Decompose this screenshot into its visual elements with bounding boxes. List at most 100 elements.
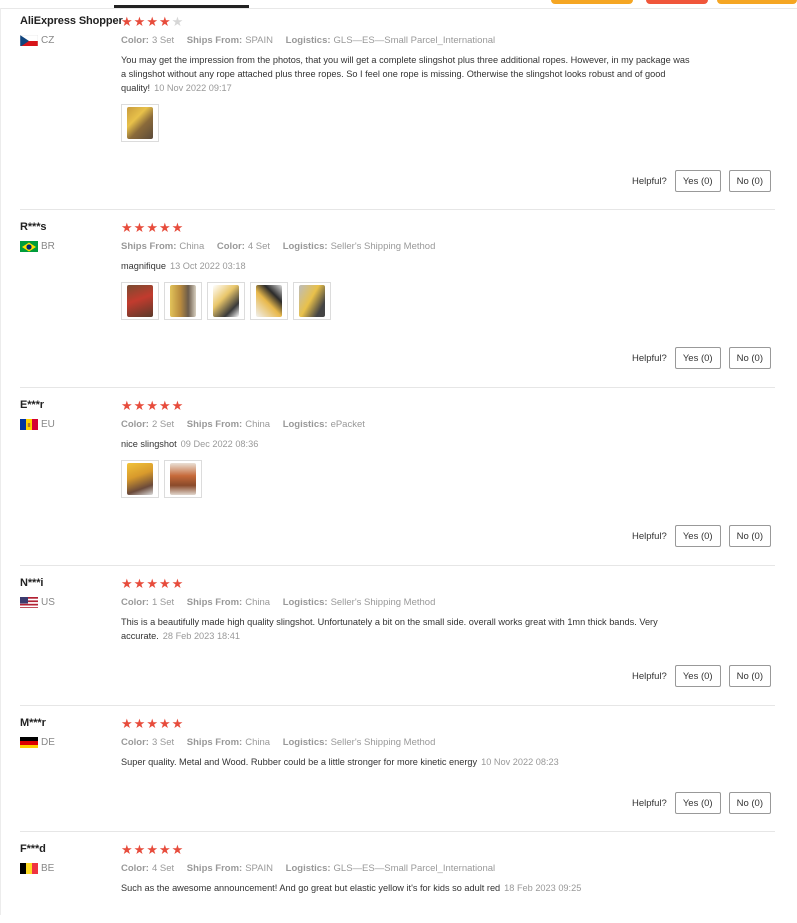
review-date: 10 Nov 2022 08:23 <box>481 757 559 767</box>
review-body: Super quality. Metal and Wood. Rubber co… <box>121 757 478 767</box>
star-empty-icon: ★ <box>171 14 184 29</box>
reviewer-country: CZ <box>20 34 54 46</box>
attr-value: Seller's Shipping Method <box>330 737 436 748</box>
star-filled-icon: ★ <box>121 716 133 731</box>
star-filled-icon: ★ <box>133 716 146 731</box>
attr-label: Logistics: <box>282 419 328 430</box>
attr-label: Logistics: <box>282 241 328 252</box>
star-filled-icon: ★ <box>121 842 133 857</box>
helpful-no-button[interactable]: No (0) <box>728 792 771 814</box>
helpful-controls: Helpful? Yes (0) No (0) <box>632 525 771 547</box>
attr-value: China <box>245 419 271 430</box>
helpful-label: Helpful? <box>631 797 667 809</box>
attr-value: Seller's Shipping Method <box>330 241 436 252</box>
review-content: ★ ★ ★ ★ ★ Color: 3 Set Ships From: SPAIN Logis… <box>121 15 775 142</box>
review-image-thumbnail[interactable] <box>121 282 159 320</box>
review-body: magnifique <box>121 261 166 271</box>
star-rating: ★ ★ ★ ★ ★ <box>121 843 775 857</box>
review-content: ★ ★ ★ ★ ★ Color: 1 Set Ships From: China Logis… <box>121 577 775 643</box>
review-text: This is a beautifully made high quality … <box>121 615 691 643</box>
review-date: 28 Feb 2023 18:41 <box>162 631 240 641</box>
helpful-no-button[interactable]: No (0) <box>728 170 771 192</box>
attr-label: Logistics: <box>282 597 328 608</box>
attr-value: GLS—ES—Small Parcel_International <box>333 863 496 874</box>
review-date: 09 Dec 2022 08:36 <box>180 439 259 449</box>
flag-be-icon <box>20 862 38 874</box>
attr-value: 4 Set <box>151 863 175 874</box>
review-image-thumbnail[interactable] <box>207 282 245 320</box>
star-filled-icon: ★ <box>171 842 184 857</box>
flag-br-icon <box>20 240 38 252</box>
attr-value: GLS—ES—Small Parcel_International <box>333 35 496 46</box>
star-filled-icon: ★ <box>158 398 171 413</box>
review-image-thumbnail[interactable] <box>164 282 202 320</box>
review-date: 13 Oct 2022 03:18 <box>169 261 246 271</box>
star-filled-icon: ★ <box>158 716 171 731</box>
star-filled-icon: ★ <box>133 842 146 857</box>
helpful-no-button[interactable]: No (0) <box>728 665 771 687</box>
review-item: N***i US ★ ★ ★ ★ ★ Color: 1 Set Ships From: Ch… <box>20 577 775 706</box>
reviewer-name: R***s <box>20 221 47 233</box>
helpful-no-button[interactable]: No (0) <box>728 347 771 369</box>
review-image-thumbnail[interactable] <box>164 460 202 498</box>
review-content: ★ ★ ★ ★ ★ Color: 3 Set Ships From: China Logis… <box>121 717 775 769</box>
attr-value: 3 Set <box>151 737 175 748</box>
attr-value: 2 Set <box>151 419 175 430</box>
attr-label: Logistics: <box>285 863 331 874</box>
attr-label: Ships From: <box>186 737 243 748</box>
helpful-yes-button[interactable]: Yes (0) <box>674 665 721 687</box>
review-content: ★ ★ ★ ★ ★ Color: 2 Set Ships From: China Logis… <box>121 399 775 498</box>
left-divider <box>0 8 1 915</box>
attr-value: 4 Set <box>247 241 271 252</box>
helpful-controls: Helpful? Yes (0) No (0) <box>632 665 771 687</box>
review-image-thumbnail[interactable] <box>293 282 331 320</box>
star-filled-icon: ★ <box>121 398 133 413</box>
helpful-yes-button[interactable]: Yes (0) <box>674 525 721 547</box>
helpful-controls: Helpful? Yes (0) No (0) <box>632 792 771 814</box>
attr-value: Seller's Shipping Method <box>330 597 436 608</box>
attr-value: SPAIN <box>245 35 274 46</box>
attr-value: SPAIN <box>245 863 274 874</box>
attr-value: 1 Set <box>151 597 175 608</box>
review-body: Such as the awesome announcement! And go… <box>121 883 501 893</box>
review-image-thumbnail[interactable] <box>121 104 159 142</box>
reviewer-country: US <box>20 596 55 608</box>
helpful-yes-button[interactable]: Yes (0) <box>674 792 721 814</box>
active-tab-indicator <box>114 5 249 8</box>
top-button-red[interactable] <box>646 0 708 4</box>
review-attributes: Color: 3 Set Ships From: SPAIN Logistics: G… <box>121 35 775 46</box>
attr-label: Logistics: <box>282 737 328 748</box>
flag-us-icon <box>20 596 38 608</box>
review-image-thumbnail[interactable] <box>121 460 159 498</box>
star-filled-icon: ★ <box>146 576 158 591</box>
attr-value: 3 Set <box>151 35 175 46</box>
country-code: DE <box>41 736 55 748</box>
country-code: US <box>41 596 55 608</box>
helpful-yes-button[interactable]: Yes (0) <box>674 170 721 192</box>
helpful-yes-button[interactable]: Yes (0) <box>674 347 721 369</box>
star-rating: ★ ★ ★ ★ ★ <box>121 399 775 413</box>
flag-de-icon <box>20 736 38 748</box>
review-item: AliExpress Shopper CZ ★ ★ ★ ★ ★ Color: 3 Set … <box>20 15 775 210</box>
star-filled-icon: ★ <box>158 220 171 235</box>
top-button-orange-2[interactable] <box>717 0 797 4</box>
flag-cz-icon <box>20 34 38 46</box>
attr-label: Ships From: <box>186 419 243 430</box>
helpful-no-button[interactable]: No (0) <box>728 525 771 547</box>
review-text: magnifique 13 Oct 2022 03:18 <box>121 259 691 273</box>
star-filled-icon: ★ <box>171 398 184 413</box>
top-button-orange-1[interactable] <box>551 0 633 4</box>
review-text: Super quality. Metal and Wood. Rubber co… <box>121 755 761 769</box>
review-attributes: Ships From: China Color: 4 Set Logistics: S… <box>121 241 775 252</box>
review-item: E***r EU ★ ★ ★ ★ ★ Color: 2 Set Ships From: Ch… <box>20 399 775 566</box>
helpful-label: Helpful? <box>631 175 667 187</box>
star-filled-icon: ★ <box>121 14 133 29</box>
review-images <box>121 104 775 142</box>
star-filled-icon: ★ <box>133 576 146 591</box>
star-filled-icon: ★ <box>171 576 184 591</box>
star-filled-icon: ★ <box>146 398 158 413</box>
attr-label: Ships From: <box>121 241 177 252</box>
reviewer-country: BE <box>20 862 54 874</box>
attr-label: Ships From: <box>186 35 243 46</box>
review-image-thumbnail[interactable] <box>250 282 288 320</box>
